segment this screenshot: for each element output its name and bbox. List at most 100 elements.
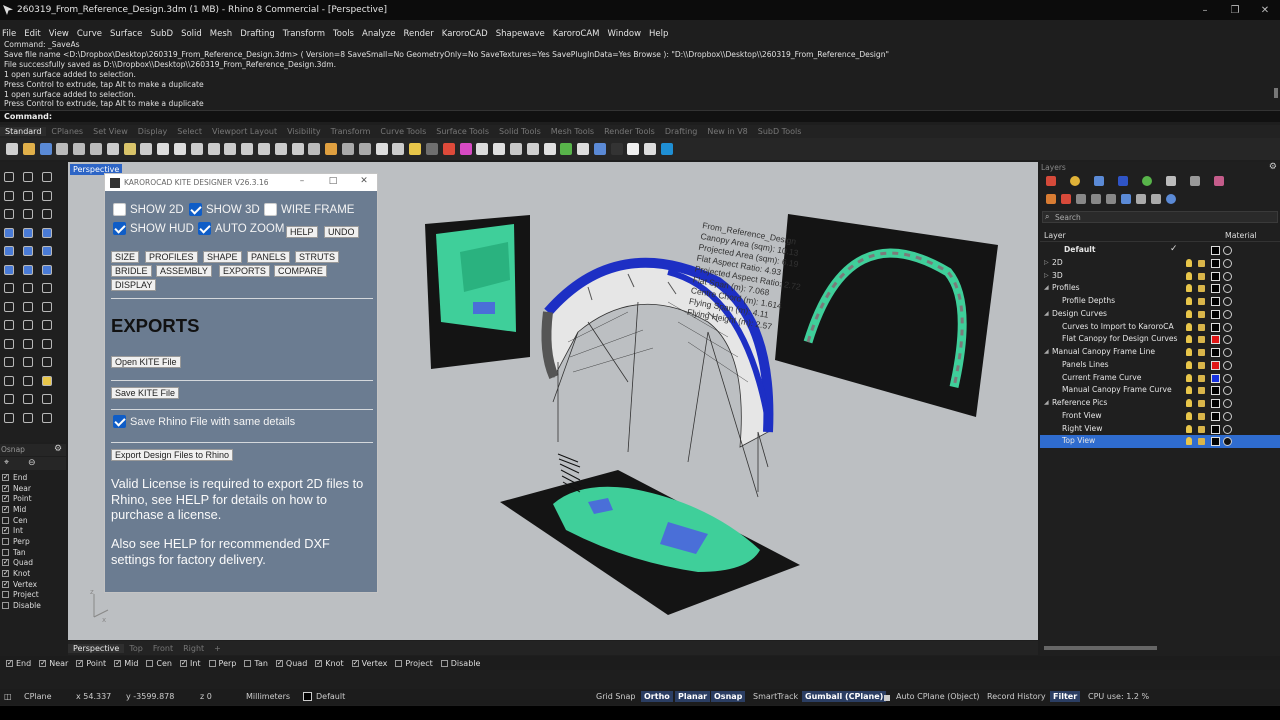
layer-color-swatch[interactable] (1211, 335, 1220, 345)
undo-button[interactable]: UNDO (324, 226, 359, 238)
menu-mesh[interactable]: Mesh (210, 29, 232, 39)
copy-icon[interactable] (4, 338, 14, 349)
right-view-reference-image[interactable] (775, 214, 998, 417)
delete-layer-button[interactable] (1076, 194, 1086, 204)
layer-row[interactable]: ▷ 2D (1040, 257, 1280, 270)
column-material[interactable]: Material (1225, 231, 1257, 240)
save-kite-file-button[interactable]: Save KITE File (111, 387, 180, 399)
curve-tools-icon[interactable] (23, 227, 33, 238)
lock-icon[interactable] (1198, 400, 1205, 407)
python-icon[interactable] (577, 143, 590, 155)
lightbulb-icon[interactable] (1186, 284, 1192, 293)
dialog-maximize-button[interactable]: □ (323, 176, 343, 189)
layer-color-swatch[interactable] (1211, 360, 1220, 370)
menu-karorocad[interactable]: KaroroCAD (442, 29, 488, 39)
material-icon[interactable] (1223, 309, 1232, 319)
osnap-item-point[interactable]: ✓ Point (0, 493, 66, 504)
lightbulb-icon[interactable] (1186, 258, 1192, 267)
material-icon[interactable] (1223, 271, 1232, 281)
menu-file[interactable]: File (2, 29, 16, 39)
hatch-icon[interactable] (42, 394, 52, 404)
viewport-tab-right[interactable]: Right (178, 644, 209, 653)
material-icon[interactable] (1223, 348, 1232, 357)
layer-row[interactable]: Flat Canopy for Design Curves (1040, 333, 1280, 346)
lightbulb-icon[interactable] (1186, 297, 1192, 305)
top-view-reference-image[interactable] (500, 453, 800, 615)
material-icon[interactable] (1223, 399, 1232, 408)
viewport-tab-perspective[interactable]: Perspective (68, 643, 125, 653)
export-design-files-button[interactable]: Export Design Files to Rhino (111, 449, 234, 461)
material-icon[interactable] (1223, 360, 1232, 370)
pan-icon[interactable] (157, 143, 170, 155)
maximize-button[interactable]: ❐ (1220, 0, 1250, 20)
move-icon[interactable] (42, 320, 52, 330)
osnap-item-quad[interactable]: ✓ Quad (0, 558, 66, 569)
ortho-toggle[interactable]: Ortho (641, 691, 673, 702)
show-3d-checkbox[interactable]: SHOW 3D (189, 203, 260, 216)
text-icon[interactable] (23, 394, 33, 404)
menu-curve[interactable]: Curve (77, 29, 102, 39)
tab-subd-tools[interactable]: SubD Tools (753, 127, 807, 136)
material-icon[interactable] (1223, 297, 1232, 306)
tab-viewport-layout[interactable]: Viewport Layout (207, 127, 282, 136)
boolean-difference-icon[interactable] (42, 301, 52, 312)
dialog-minimize-button[interactable]: – (292, 176, 312, 189)
viewport-tab-front[interactable]: Front (148, 644, 178, 653)
layer-color-swatch[interactable] (1211, 348, 1220, 357)
expand-icon[interactable]: ◢ (1044, 399, 1049, 406)
help-icon[interactable] (627, 143, 640, 155)
layer-icon[interactable] (425, 143, 438, 155)
front-view-reference-image[interactable] (425, 215, 530, 369)
sweep-icon[interactable] (4, 264, 14, 275)
layer-row[interactable]: ◢ Reference Pics (1040, 397, 1280, 410)
lightbulb-icon[interactable] (1186, 386, 1192, 395)
new-layer-icon[interactable] (1046, 176, 1056, 186)
trim-icon[interactable] (42, 357, 52, 367)
osnap-item-int[interactable]: ✓ Int (0, 525, 66, 536)
loft-icon[interactable] (42, 246, 52, 256)
layer-color-swatch[interactable] (1211, 284, 1220, 294)
display-icon[interactable] (1166, 176, 1176, 186)
mirror-icon[interactable] (4, 357, 14, 367)
lock-icon[interactable] (1198, 412, 1205, 420)
tab-mesh-tools[interactable]: Mesh Tools (546, 127, 599, 136)
osnap-bar-quad[interactable]: ✓ Quad (275, 659, 307, 668)
environment-icon[interactable] (1142, 176, 1152, 186)
layer-color-swatch[interactable] (1211, 309, 1220, 319)
layer-color-swatch[interactable] (1211, 246, 1220, 255)
show-hud-checkbox[interactable]: SHOW HUD (113, 222, 194, 235)
fillet-icon[interactable] (4, 320, 14, 330)
osnap-item-cen[interactable]: Cen (0, 515, 66, 526)
menu-subd[interactable]: SubD (150, 29, 173, 39)
menu-shapewave[interactable]: Shapewave (496, 29, 545, 39)
osnap-bar-cen[interactable]: Cen (146, 659, 172, 668)
tab-display[interactable]: Display (133, 127, 173, 136)
lock-icon[interactable] (1198, 425, 1205, 433)
osnap-bar-end[interactable]: ✓ End (6, 659, 31, 668)
wire-frame-checkbox[interactable]: WIRE FRAME (264, 203, 354, 216)
layer-color-swatch[interactable] (1211, 373, 1220, 383)
lock-icon[interactable] (1198, 438, 1205, 446)
zoom-window-icon[interactable] (207, 143, 220, 155)
mesh-icon[interactable] (42, 283, 52, 293)
add-viewport-tab-button[interactable]: + (209, 644, 226, 653)
tab-cplanes[interactable]: CPlanes (46, 127, 88, 136)
minimize-button[interactable]: – (1190, 0, 1220, 20)
array-icon[interactable] (23, 357, 33, 367)
cylinder-icon[interactable] (4, 283, 14, 293)
tab-curve-tools[interactable]: Curve Tools (375, 127, 431, 136)
osnap-item-vertex[interactable]: ✓ Vertex (0, 579, 66, 590)
cone-icon[interactable] (23, 283, 33, 293)
osnap-bar-point[interactable]: ✓ Point (76, 659, 106, 668)
split-icon[interactable] (4, 375, 14, 386)
circle-icon[interactable] (42, 190, 52, 201)
points-on-icon[interactable] (375, 143, 388, 155)
lock-icon[interactable] (1198, 361, 1205, 369)
osnap-item-knot[interactable]: ✓ Knot (0, 568, 66, 579)
join-icon[interactable] (23, 375, 33, 386)
tab-standard[interactable]: Standard (0, 127, 47, 136)
notes-icon[interactable] (1190, 176, 1200, 186)
profiles-button[interactable]: PROFILES (145, 251, 198, 263)
environment-icon[interactable] (476, 143, 489, 155)
subd-icon[interactable] (4, 301, 14, 312)
